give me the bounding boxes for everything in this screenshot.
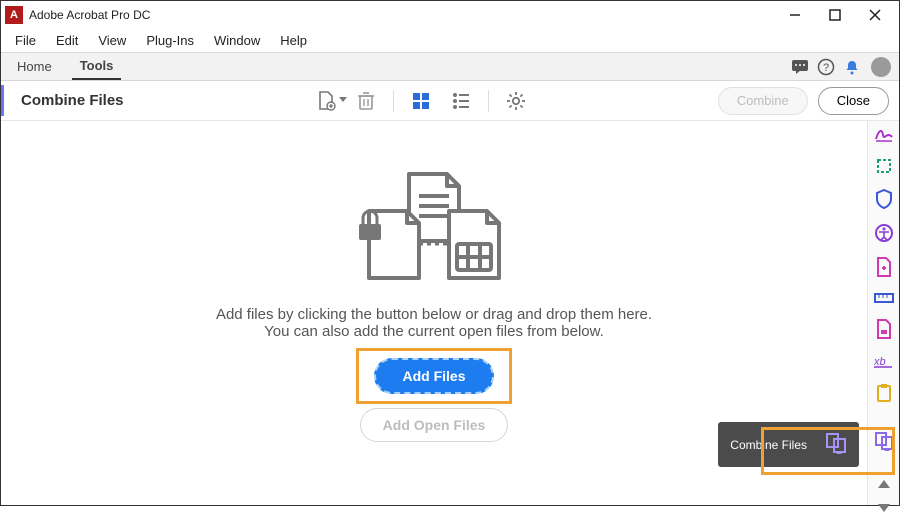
add-files-button[interactable]: Add Files xyxy=(374,358,493,394)
help-icon[interactable]: ? xyxy=(813,54,839,80)
minimize-button[interactable] xyxy=(775,1,815,29)
bell-icon[interactable] xyxy=(839,54,865,80)
signature-icon[interactable] xyxy=(873,125,895,143)
menu-help[interactable]: Help xyxy=(270,31,317,50)
close-window-button[interactable] xyxy=(855,1,895,29)
hint-line-1: Add files by clicking the button below o… xyxy=(216,306,652,323)
tooltip-text: Combine Files xyxy=(730,438,807,452)
tool-toolbar: Combine Files Combine Close xyxy=(1,81,899,121)
app-icon: A xyxy=(5,6,23,24)
toolbar-title: Combine Files xyxy=(21,92,124,109)
minimize-icon xyxy=(789,9,801,21)
svg-text:?: ? xyxy=(823,62,829,74)
menu-edit[interactable]: Edit xyxy=(46,31,88,50)
accessibility-icon[interactable] xyxy=(873,223,895,243)
toolbar-divider-2 xyxy=(488,90,489,112)
combine-files-tooltip: Combine Files xyxy=(718,422,859,467)
avatar[interactable] xyxy=(871,57,891,77)
chevron-down-icon xyxy=(339,97,347,103)
options-gear-button[interactable] xyxy=(503,88,529,114)
shield-icon[interactable] xyxy=(873,189,895,209)
window-title: Adobe Acrobat Pro DC xyxy=(29,8,775,22)
menu-view[interactable]: View xyxy=(88,31,136,50)
svg-text:xb: xb xyxy=(874,356,886,368)
thumbnail-view-button[interactable] xyxy=(408,88,434,114)
menu-file[interactable]: File xyxy=(5,31,46,50)
hint-line-2: You can also add the current open files … xyxy=(264,323,604,340)
toolbar-divider xyxy=(393,90,394,112)
doc-icon[interactable] xyxy=(873,257,895,277)
list-view-button[interactable] xyxy=(448,88,474,114)
menu-window[interactable]: Window xyxy=(204,31,270,50)
measure-icon[interactable] xyxy=(873,291,895,305)
nav-row: Home Tools ? xyxy=(1,53,899,81)
add-files-illustration xyxy=(349,166,519,286)
chat-icon[interactable] xyxy=(787,54,813,80)
close-icon xyxy=(869,9,881,21)
add-file-dropdown[interactable] xyxy=(313,88,339,114)
crop-icon[interactable] xyxy=(873,157,895,175)
maximize-icon xyxy=(829,9,841,21)
nav-tools[interactable]: Tools xyxy=(72,54,122,80)
delete-button[interactable] xyxy=(353,88,379,114)
close-tool-button[interactable]: Close xyxy=(818,87,889,115)
toolbar-accent xyxy=(1,85,4,116)
combine-rail-icon[interactable] xyxy=(873,431,895,451)
clipboard-icon[interactable] xyxy=(873,383,895,403)
maximize-button[interactable] xyxy=(815,1,855,29)
tooltip-combine-icon xyxy=(825,432,847,457)
title-bar: A Adobe Acrobat Pro DC xyxy=(1,1,899,29)
nav-home[interactable]: Home xyxy=(9,55,60,79)
menu-plugins[interactable]: Plug-Ins xyxy=(136,31,204,50)
combine-button: Combine xyxy=(718,87,808,115)
stamp-icon[interactable] xyxy=(873,319,895,339)
right-tool-rail: xb xyxy=(867,121,899,505)
add-open-files-button: Add Open Files xyxy=(360,408,509,442)
menu-bar: File Edit View Plug-Ins Window Help xyxy=(1,29,899,53)
scroll-down-button[interactable] xyxy=(873,497,895,519)
scroll-up-button[interactable] xyxy=(873,473,895,495)
tag-icon[interactable]: xb xyxy=(873,353,895,369)
